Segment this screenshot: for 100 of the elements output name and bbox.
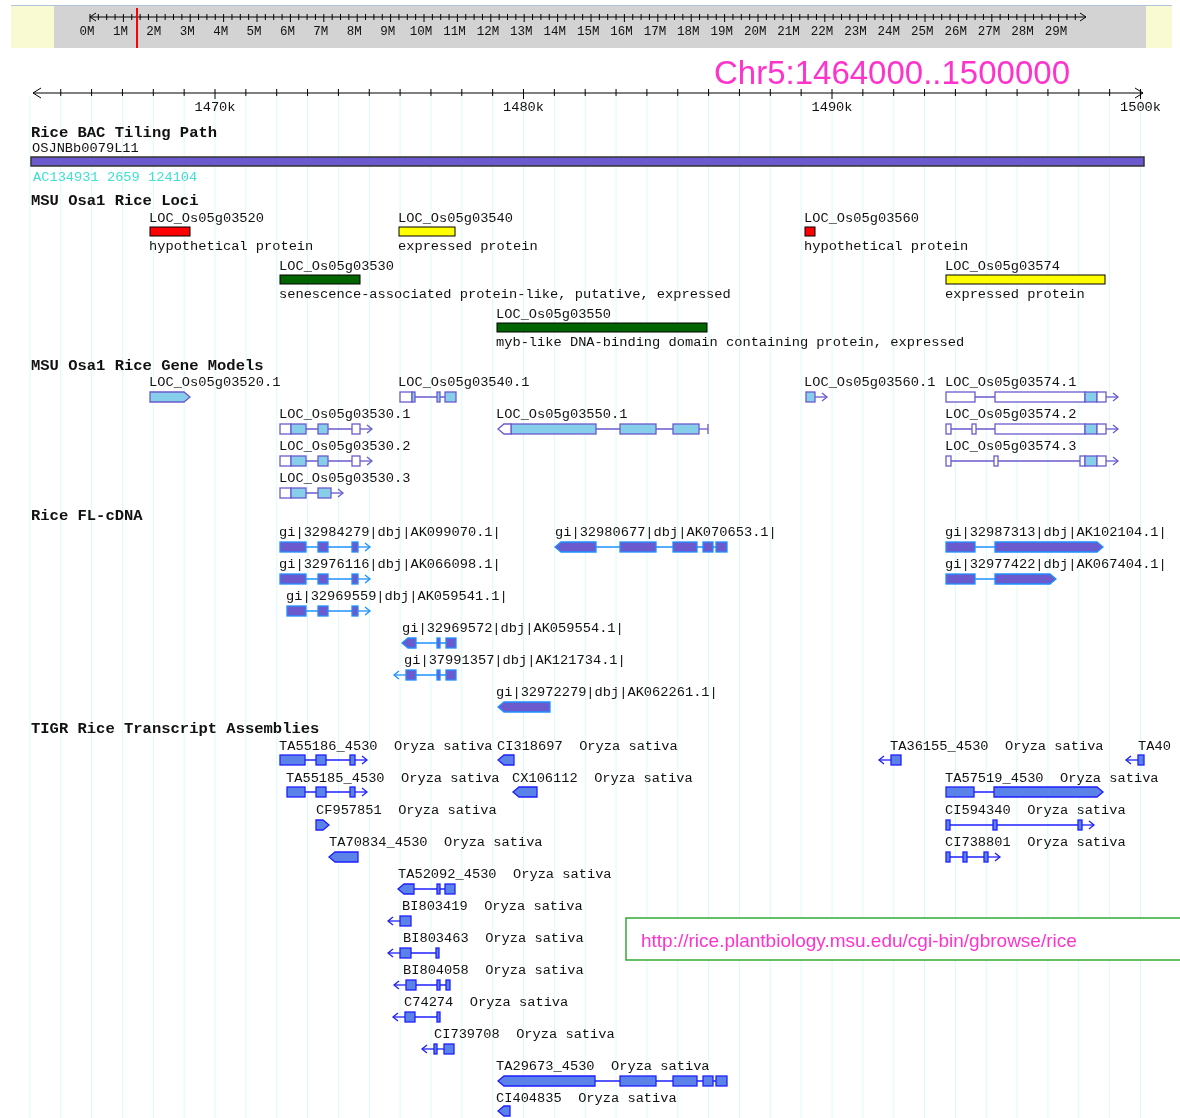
url-text[interactable]: http://rice.plantbiology.msu.edu/cgi-bin/gbrowse/rice	[641, 930, 1077, 951]
overview-label: 19M	[710, 25, 734, 39]
ruler-label: 1500k	[1119, 100, 1162, 115]
feature-description: hypothetical protein	[804, 239, 969, 254]
gene-model-glyph[interactable]	[805, 391, 829, 403]
feature-label: OSJNBb0079L11	[32, 141, 139, 156]
overview-label: 5M	[246, 25, 262, 39]
overview-label: 24M	[877, 25, 901, 39]
feature-label: gi|32987313|dbj|AK102104.1|	[945, 525, 1167, 540]
overview-label: 11M	[443, 25, 466, 39]
locus-bar[interactable]	[945, 274, 1106, 285]
feature-label: LOC_Os05g03550.1	[496, 407, 628, 422]
transcript-glyph[interactable]	[397, 883, 456, 895]
gene-model-glyph[interactable]	[279, 423, 374, 435]
feature-label: CF957851 Oryza sativa	[316, 803, 497, 818]
overview-label: 0M	[79, 25, 95, 39]
feature-label: BI803463 Oryza sativa	[403, 931, 584, 946]
overview-label: 15M	[576, 25, 600, 39]
cdna-glyph[interactable]	[279, 541, 372, 553]
transcript-glyph[interactable]	[497, 1075, 728, 1087]
transcript-glyph[interactable]	[1124, 754, 1145, 766]
feature-label: LOC_Os05g03560.1	[804, 375, 936, 390]
overview-label: 29M	[1044, 25, 1068, 39]
feature-label: TA29673_4530 Oryza sativa	[496, 1059, 710, 1074]
feature-label: LOC_Os05g03574.3	[945, 439, 1077, 454]
overview-label: 4M	[213, 25, 229, 39]
overview-label: 27M	[977, 25, 1001, 39]
feature-label: TA36155_4530 Oryza sativa	[890, 739, 1104, 754]
feature-label: gi|32976116|dbj|AK066098.1|	[279, 557, 501, 572]
gene-model-glyph[interactable]	[279, 487, 345, 499]
feature-label: gi|32969559|dbj|AK059541.1|	[286, 589, 508, 604]
feature-label: LOC_Os05g03560	[804, 211, 919, 226]
transcript-glyph[interactable]	[315, 819, 330, 831]
transcript-glyph[interactable]	[877, 754, 902, 766]
gene-model-glyph[interactable]	[945, 423, 1120, 435]
transcript-glyph[interactable]	[286, 786, 369, 798]
position-marker[interactable]	[136, 7, 138, 49]
feature-label: LOC_Os05g03574.1	[945, 375, 1077, 390]
gene-model-glyph[interactable]	[279, 455, 374, 467]
transcript-glyph[interactable]	[392, 979, 451, 991]
location-title: Chr5:1464000..1500000	[714, 54, 1070, 91]
feature-label: LOC_Os05g03520.1	[149, 375, 281, 390]
cdna-glyph[interactable]	[945, 573, 1057, 585]
overview-label: 1M	[112, 25, 128, 39]
transcript-glyph[interactable]	[386, 947, 440, 959]
gene-model-glyph[interactable]	[945, 455, 1120, 467]
transcript-glyph[interactable]	[945, 786, 1104, 798]
cdna-glyph[interactable]	[279, 573, 372, 585]
overview-label: 8M	[346, 25, 362, 39]
transcript-glyph[interactable]	[279, 754, 369, 766]
overview-label: 3M	[179, 25, 195, 39]
locus-bar[interactable]	[398, 226, 456, 237]
cdna-glyph[interactable]	[945, 541, 1104, 553]
transcript-glyph[interactable]	[512, 786, 538, 798]
overview-label: 20M	[743, 25, 767, 39]
track-title: MSU Osa1 Rice Gene Models	[31, 357, 264, 375]
feature-label: gi|32977422|dbj|AK067404.1|	[945, 557, 1167, 572]
overview-label: 23M	[844, 25, 867, 39]
transcript-glyph[interactable]	[420, 1043, 455, 1055]
transcript-glyph[interactable]	[328, 851, 359, 863]
overview-label: 13M	[510, 25, 533, 39]
overview-label: 22M	[810, 25, 834, 39]
cdna-glyph[interactable]	[286, 605, 372, 617]
transcript-glyph[interactable]	[391, 1011, 441, 1023]
cdna-glyph[interactable]	[401, 637, 457, 649]
feature-label: CI404835 Oryza sativa	[496, 1091, 677, 1106]
locus-bar[interactable]	[804, 226, 816, 237]
transcript-glyph[interactable]	[945, 851, 1002, 863]
feature-description: myb-like DNA-binding domain containing protein, expressed	[496, 335, 965, 350]
overview-label: 9M	[380, 25, 396, 39]
feature-label: TA52092_4530 Oryza sativa	[398, 867, 612, 882]
cdna-glyph[interactable]	[554, 541, 728, 553]
feature-label: gi|32969572|dbj|AK059554.1|	[402, 621, 624, 636]
overview-label: 10M	[409, 25, 433, 39]
transcript-glyph[interactable]	[386, 915, 412, 927]
feature-label: LOC_Os05g03530.3	[279, 471, 411, 486]
feature-description: expressed protein	[398, 239, 538, 254]
cdna-glyph[interactable]	[497, 701, 551, 713]
feature-label: LOC_Os05g03540.1	[398, 375, 530, 390]
transcript-glyph[interactable]	[945, 819, 1096, 831]
gene-model-glyph[interactable]	[149, 391, 191, 403]
feature-label: LOC_Os05g03530.1	[279, 407, 411, 422]
feature-label: TA40	[1138, 739, 1171, 754]
gene-model-glyph[interactable]	[399, 391, 457, 403]
ruler-label: 1480k	[502, 100, 545, 115]
feature-label: C74274 Oryza sativa	[404, 995, 569, 1010]
overview-label: 25M	[911, 25, 934, 39]
gene-model-glyph[interactable]	[497, 423, 709, 435]
gene-model-glyph[interactable]	[945, 391, 1120, 403]
cdna-glyph[interactable]	[392, 669, 457, 681]
overview-label: 16M	[610, 25, 633, 39]
feature-label: LOC_Os05g03530.2	[279, 439, 411, 454]
ruler-label: 1470k	[194, 100, 236, 115]
feature-label: LOC_Os05g03574	[945, 259, 1060, 274]
feature-label: TA55186_4530 Oryza sativa	[279, 739, 493, 754]
transcript-glyph[interactable]	[497, 1105, 511, 1117]
overview-label: 21M	[777, 25, 800, 39]
overview-label: 7M	[313, 25, 329, 39]
overview-label: 26M	[944, 25, 967, 39]
transcript-glyph[interactable]	[497, 754, 515, 766]
